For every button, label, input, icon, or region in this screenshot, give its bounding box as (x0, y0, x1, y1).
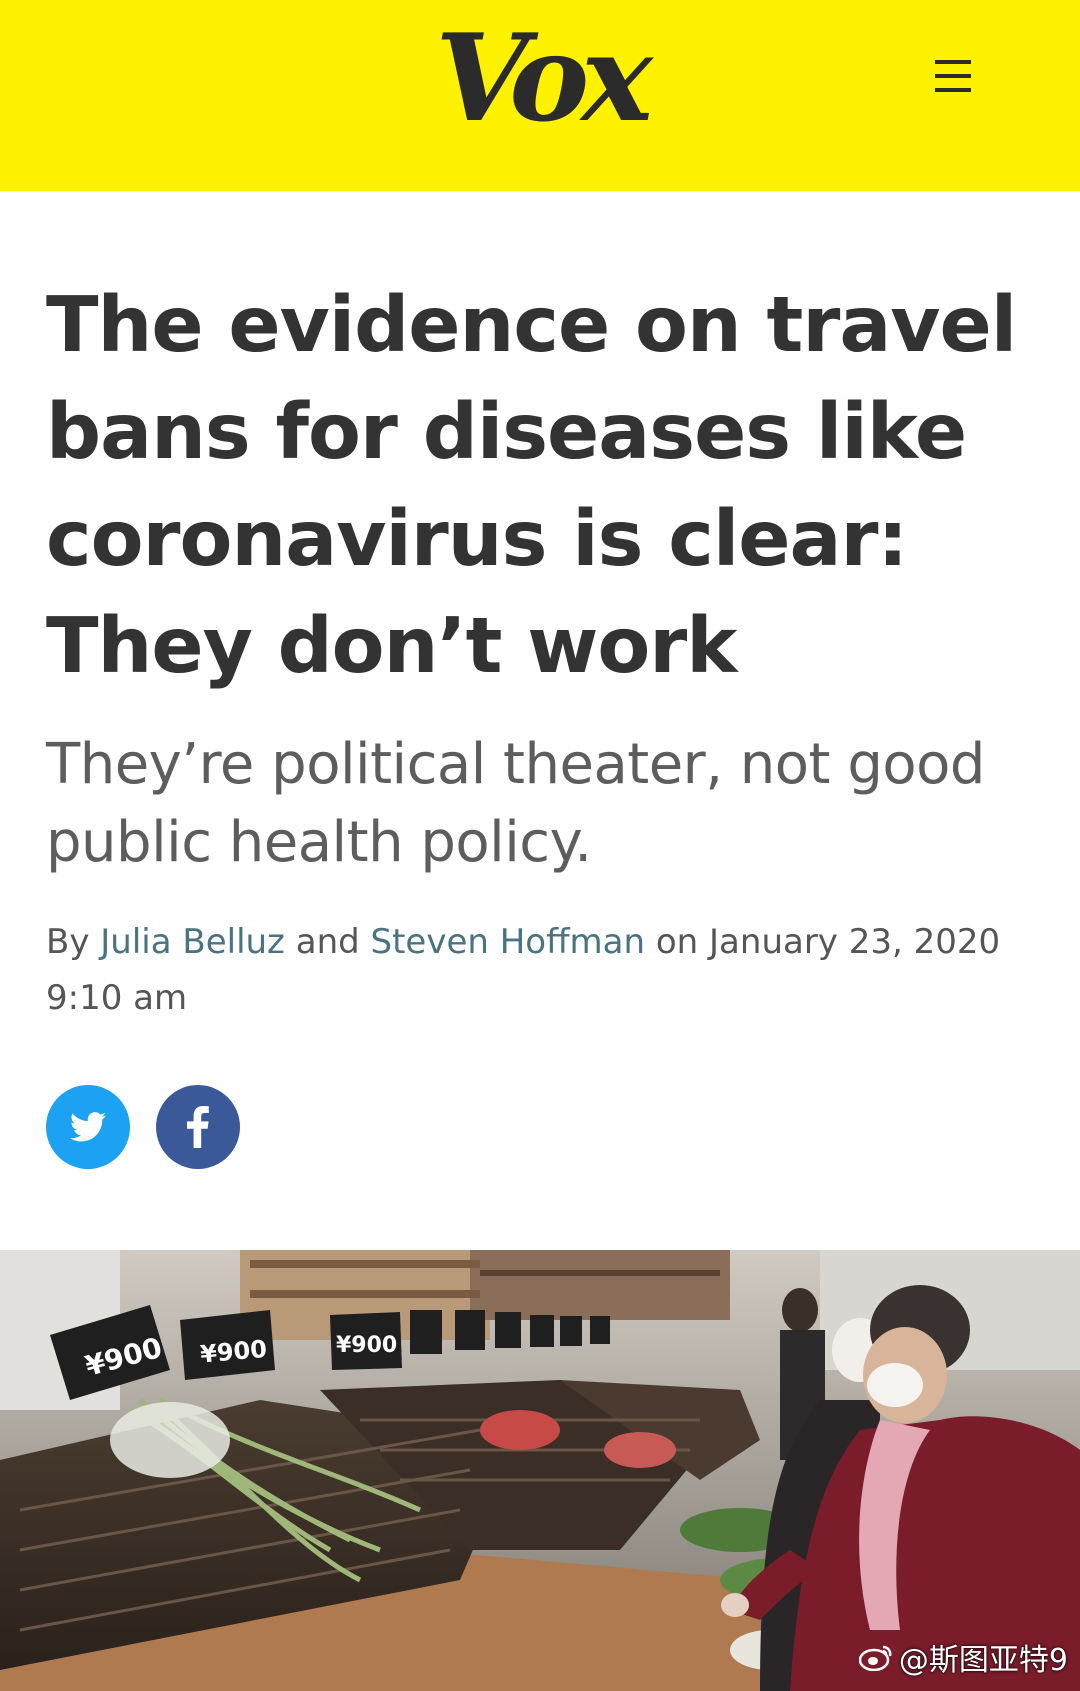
byline-prefix: By (46, 922, 90, 962)
vox-logo[interactable]: Vox (0, 14, 1080, 144)
watermark-text: @斯图亚特9 (898, 1643, 1068, 1678)
publish-time: 9:10 am (46, 978, 188, 1018)
menu-bar (935, 88, 971, 92)
facebook-share-button[interactable] (156, 1085, 240, 1169)
supermarket-photo: ¥900 ¥900 ¥900 (0, 1250, 1080, 1691)
article-headline: The evidence on travel bans for diseases… (46, 281, 1017, 691)
hamburger-menu-icon[interactable] (933, 58, 975, 94)
byline-conjunction: and (295, 922, 360, 962)
byline-date-prefix: on (655, 922, 699, 962)
menu-bar (935, 74, 971, 78)
article-dek: They’re political theater, not good publ… (46, 732, 985, 875)
twitter-share-button[interactable] (46, 1085, 130, 1169)
facebook-f-icon (187, 1106, 209, 1148)
menu-bar (935, 60, 971, 64)
weibo-watermark: @斯图亚特9 (858, 1635, 1068, 1679)
price-tag-3: ¥900 (336, 1333, 397, 1358)
article-byline: By Julia Belluz and Steven Hoffman on Ja… (46, 914, 1066, 1026)
author-link-steven-hoffman[interactable]: Steven Hoffman (371, 922, 646, 962)
author-link-julia-belluz[interactable]: Julia Belluz (100, 922, 285, 962)
weibo-logo-icon (858, 1645, 892, 1671)
twitter-bird-icon (70, 1112, 106, 1142)
hero-image: ¥900 ¥900 ¥900 @斯图亚特9 (0, 1250, 1080, 1691)
site-header: Vox (0, 0, 1080, 191)
price-tag-2: ¥900 (199, 1335, 268, 1369)
publish-date: January 23, 2020 (709, 922, 1001, 962)
